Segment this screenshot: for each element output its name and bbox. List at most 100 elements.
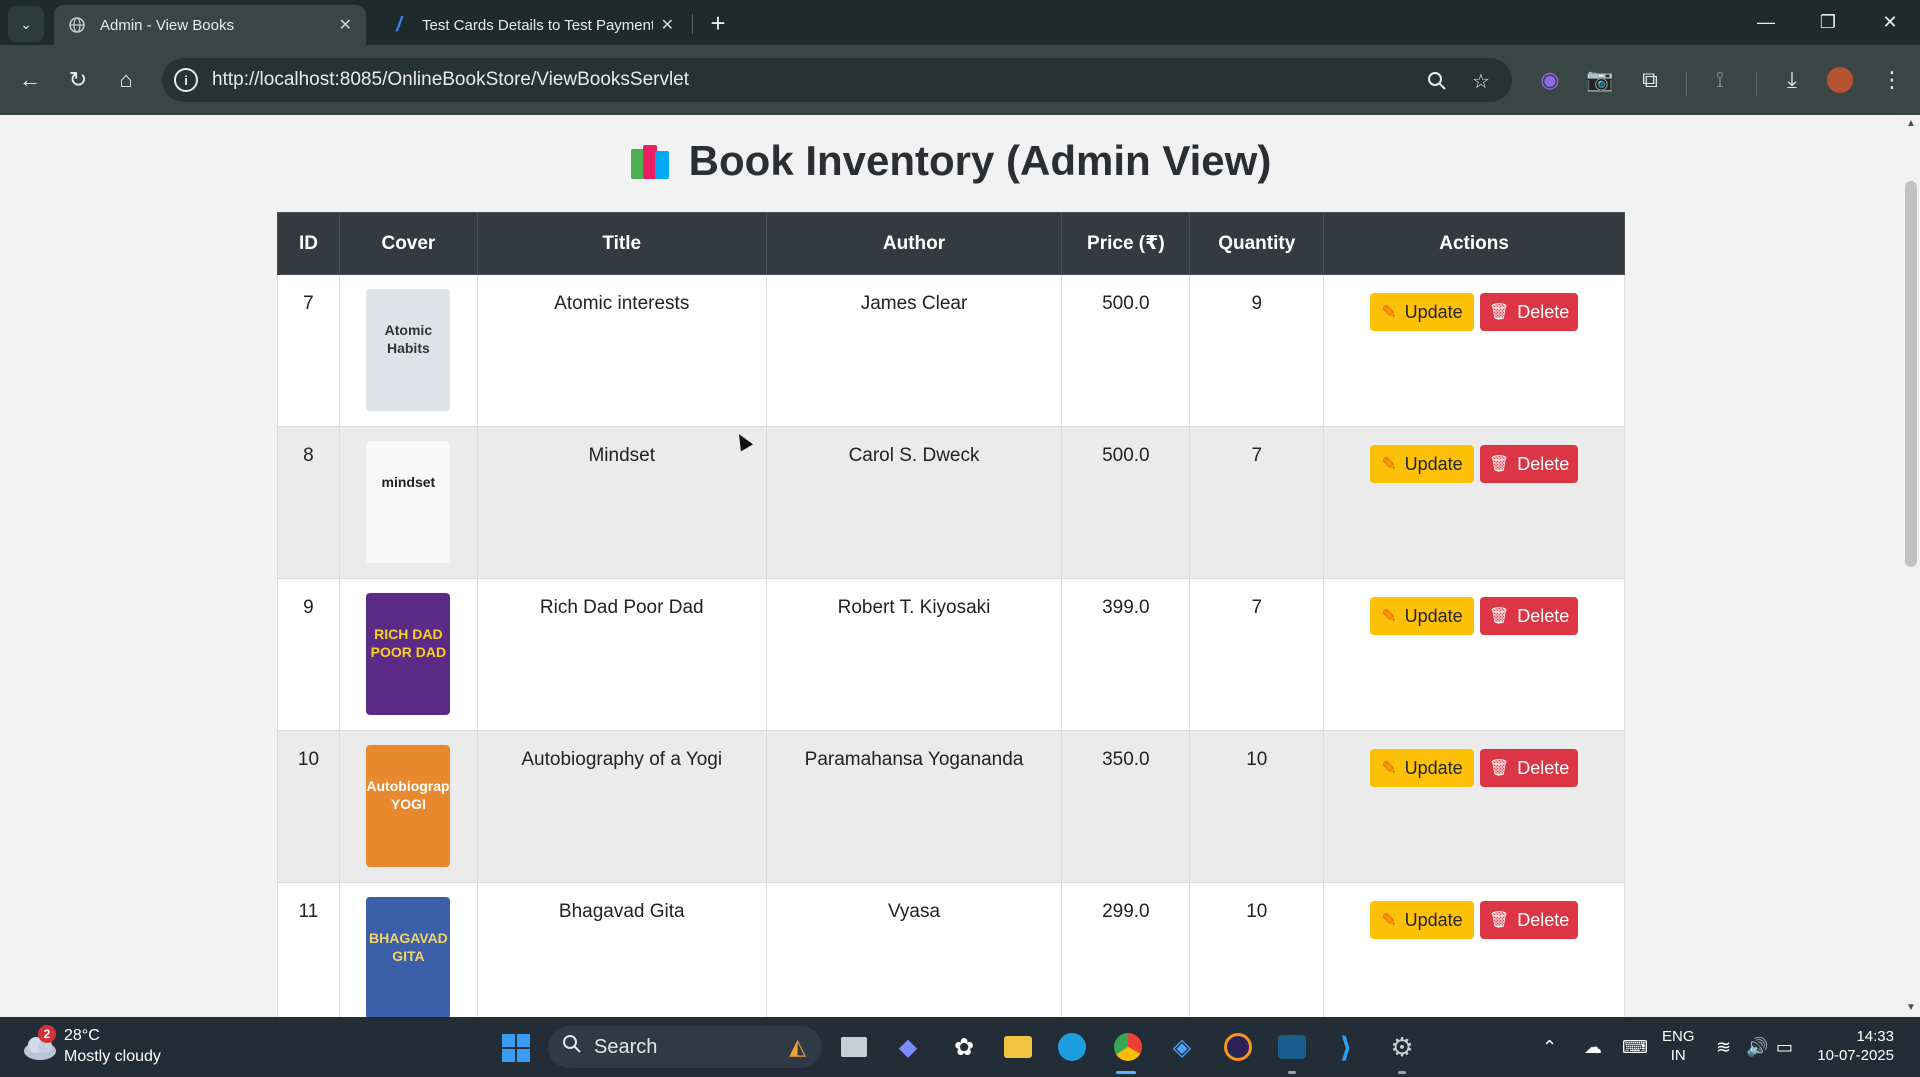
scroll-down-arrow[interactable]: ▼: [1906, 1003, 1916, 1013]
book-quantity: 9: [1189, 274, 1325, 427]
page-title: Book Inventory (Admin View): [688, 137, 1272, 184]
home-button[interactable]: ⌂: [108, 62, 144, 98]
update-button[interactable]: ✎ Update: [1370, 597, 1475, 635]
menu-kebab-icon[interactable]: ⋮: [1874, 62, 1910, 98]
site-info-icon[interactable]: i: [174, 68, 198, 92]
url-text[interactable]: http://localhost:8085/OnlineBookStore/Vi…: [212, 69, 689, 91]
microsoft-365-icon[interactable]: ◈: [1164, 1029, 1200, 1065]
extensions-puzzle-icon[interactable]: ⧉: [1632, 62, 1668, 98]
column-header-cover: Cover: [338, 212, 478, 275]
windows-taskbar: 2 28°C Mostly cloudy Search ◭ ◆ ✿ ◈ ⟩ ⚙ …: [0, 1017, 1920, 1077]
search-highlight-icon: ◭: [789, 1034, 806, 1059]
delete-button-label: Delete: [1517, 453, 1570, 474]
book-price: 299.0: [1061, 882, 1191, 1017]
update-button[interactable]: ✎ Update: [1370, 445, 1475, 483]
update-button[interactable]: ✎ Update: [1370, 901, 1475, 939]
chrome-browser-icon[interactable]: [1110, 1029, 1146, 1065]
browser-tab-bar: ⌄ Admin - View Books ✕ / Test Cards Deta…: [0, 0, 1920, 45]
cover-text-line: mindset: [381, 474, 436, 490]
region-code: IN: [1670, 1047, 1686, 1064]
column-header-author: Author: [765, 212, 1063, 275]
page-viewport: Book Inventory (Admin View) ID Cover Tit…: [0, 115, 1902, 1017]
camera-icon[interactable]: 📷: [1582, 62, 1618, 98]
update-button[interactable]: ✎ Update: [1370, 293, 1475, 331]
reload-button[interactable]: ↻: [60, 62, 96, 98]
system-clock[interactable]: 14:33 10-07-2025: [1810, 1027, 1894, 1065]
delete-button[interactable]: 🗑 Delete: [1480, 597, 1579, 635]
book-actions: ✎ Update 🗑 Delete: [1323, 730, 1625, 883]
eclipse-icon[interactable]: [1220, 1029, 1256, 1065]
cover-text-line: RICH DAD: [374, 626, 443, 642]
delete-button[interactable]: 🗑 Delete: [1480, 901, 1579, 939]
delete-button[interactable]: 🗑 Delete: [1480, 445, 1579, 483]
update-button-label: Update: [1404, 757, 1463, 778]
wifi-icon[interactable]: ≋: [1716, 1017, 1731, 1077]
extension-brain-icon[interactable]: ◉: [1532, 62, 1568, 98]
book-cover-image: BHAGAVAD GITA: [366, 897, 451, 1017]
minimize-button[interactable]: —: [1736, 0, 1796, 45]
book-quantity: 7: [1189, 426, 1325, 579]
book-author: Vyasa: [765, 882, 1063, 1017]
delete-button[interactable]: 🗑 Delete: [1480, 293, 1579, 331]
language-indicator[interactable]: ENG IN: [1662, 1027, 1695, 1065]
translate-icon[interactable]: ⟟: [1702, 62, 1738, 98]
search-placeholder: Search: [594, 1035, 658, 1058]
pencil-icon: ✎: [1381, 909, 1397, 930]
restore-button[interactable]: ❐: [1798, 0, 1858, 45]
keyboard-icon[interactable]: ⌨: [1622, 1017, 1648, 1077]
download-icon[interactable]: ⤓: [1774, 62, 1810, 98]
book-price: 399.0: [1061, 578, 1191, 731]
tab-test-cards[interactable]: / Test Cards Details to Test Payment ✕: [376, 5, 688, 45]
books-table: ID Cover Title Author Price (₹) Quantity…: [277, 212, 1625, 1017]
delete-button[interactable]: 🗑 Delete: [1480, 749, 1579, 787]
zoom-icon[interactable]: [1424, 68, 1450, 94]
close-icon[interactable]: ✕: [339, 15, 352, 35]
taskbar-search[interactable]: Search ◭: [548, 1026, 822, 1068]
column-header-quantity: Quantity: [1189, 212, 1325, 275]
tab-admin-view-books[interactable]: Admin - View Books ✕: [54, 5, 366, 45]
file-explorer-icon[interactable]: [1000, 1029, 1036, 1065]
close-icon[interactable]: ✕: [661, 15, 674, 35]
copilot-icon[interactable]: ◆: [890, 1029, 926, 1065]
address-bar[interactable]: i http://localhost:8085/OnlineBookStore/…: [162, 58, 1512, 102]
trash-icon: 🗑: [1488, 304, 1510, 321]
scroll-thumb[interactable]: [1905, 181, 1917, 567]
battery-icon[interactable]: ▭: [1776, 1017, 1793, 1077]
trash-icon: 🗑: [1488, 608, 1510, 625]
book-author: Carol S. Dweck: [765, 426, 1063, 579]
profile-avatar[interactable]: [1822, 62, 1858, 98]
update-button-label: Update: [1404, 453, 1463, 474]
edge-browser-icon[interactable]: [1054, 1029, 1090, 1065]
mysql-workbench-icon[interactable]: [1274, 1029, 1310, 1065]
book-actions: ✎ Update 🗑 Delete: [1323, 274, 1625, 427]
onedrive-cloud-icon[interactable]: ☁: [1584, 1017, 1602, 1077]
active-app-indicator: [1116, 1071, 1136, 1074]
book-cover-image: RICH DAD POOR DAD: [366, 593, 451, 715]
cover-text-line: Habits: [386, 340, 430, 356]
weather-description[interactable]: Mostly cloudy: [64, 1048, 161, 1066]
update-button-label: Update: [1404, 909, 1463, 930]
task-view-icon[interactable]: [836, 1029, 872, 1065]
tray-overflow-chevron-icon[interactable]: ⌃: [1542, 1017, 1557, 1077]
volume-icon[interactable]: 🔊: [1746, 1017, 1768, 1077]
settings-gear-icon[interactable]: ⚙: [1384, 1029, 1420, 1065]
page-scrollbar[interactable]: ▲ ▼: [1902, 115, 1920, 1017]
chatgpt-icon[interactable]: ✿: [946, 1029, 982, 1065]
tab-search-button[interactable]: ⌄: [8, 6, 44, 42]
books-icon: [630, 143, 671, 179]
scroll-up-arrow[interactable]: ▲: [1906, 119, 1916, 129]
tab-separator: [692, 14, 693, 34]
weather-temperature[interactable]: 28°C: [64, 1027, 100, 1045]
vscode-icon[interactable]: ⟩: [1328, 1029, 1364, 1065]
update-button[interactable]: ✎ Update: [1370, 749, 1475, 787]
weather-alert-badge: 2: [38, 1025, 56, 1043]
close-window-button[interactable]: ✕: [1860, 0, 1920, 45]
new-tab-button[interactable]: +: [704, 8, 732, 38]
book-title: Rich Dad Poor Dad: [476, 578, 767, 731]
book-author: James Clear: [765, 274, 1063, 427]
back-button[interactable]: ←: [12, 62, 48, 98]
delete-button-label: Delete: [1517, 301, 1570, 322]
bookmark-star-icon[interactable]: ☆: [1468, 68, 1494, 94]
windows-start-button[interactable]: [502, 1034, 530, 1062]
book-price: 500.0: [1061, 274, 1191, 427]
